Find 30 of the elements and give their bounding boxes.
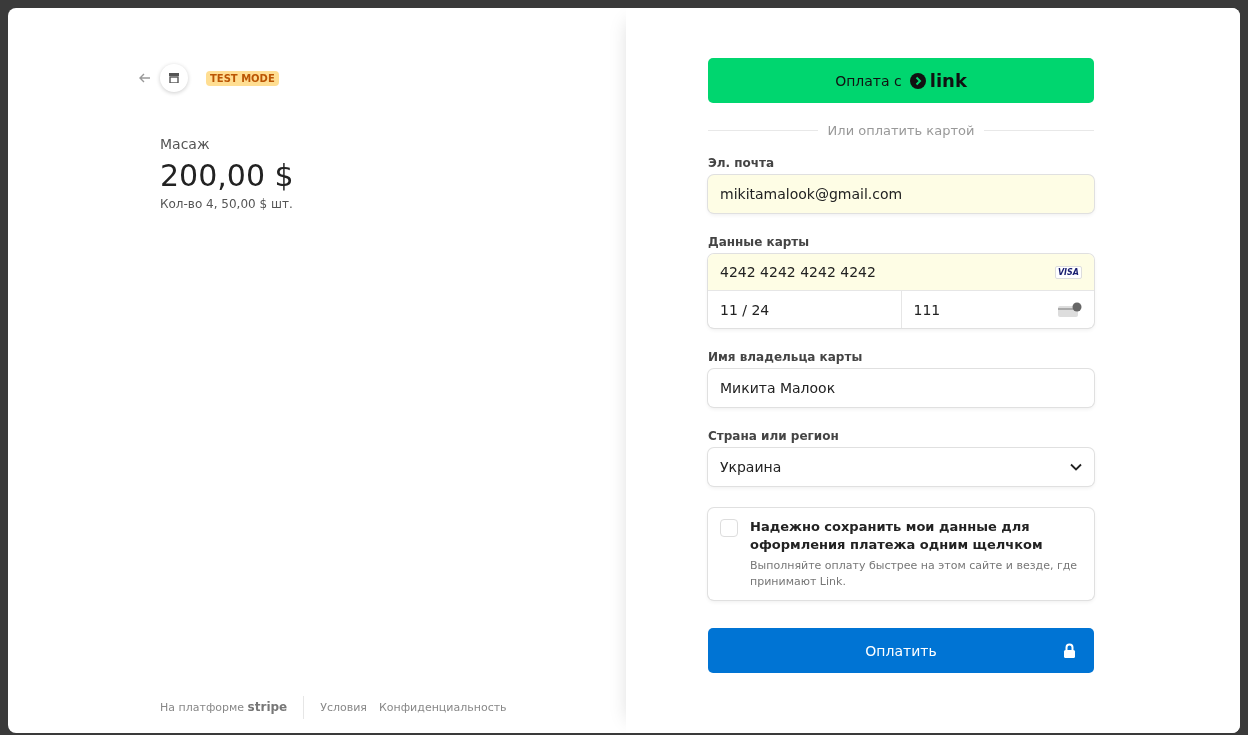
card-number-field[interactable]: 4242 4242 4242 4242 VISA <box>708 254 1094 291</box>
lock-icon <box>1063 643 1076 658</box>
field-label: Имя владельца карты <box>708 350 864 364</box>
save-info-checkbox[interactable] <box>720 519 738 537</box>
product-name: Масаж <box>160 136 211 152</box>
field-label: Данные карты <box>708 235 811 249</box>
cvc-field[interactable]: 111 <box>901 291 1094 328</box>
divider-text: Или оплатить картой <box>827 123 975 138</box>
pay-with-link-button[interactable]: Оплата с link <box>708 58 1094 103</box>
card-brand-logo: VISA <box>1054 265 1082 279</box>
pay-button[interactable]: Оплатить <box>708 628 1094 673</box>
back-arrow-icon[interactable] <box>138 71 152 85</box>
footer-link[interactable]: Конфиденциальность <box>379 701 507 714</box>
powered-by-text: На платформе stripe <box>160 696 305 719</box>
field-label: Эл. почта <box>708 156 776 170</box>
field-label: Страна или регион <box>708 429 840 443</box>
expiry-field[interactable]: 11 / 24 <box>708 291 902 328</box>
cardholder-name-field[interactable]: Микита Малоок <box>708 369 1094 407</box>
chevron-down-icon <box>1070 463 1082 471</box>
save-info-description: Выполняйте оплату быстрее на этом сайте и везде, где принимают Link. <box>750 558 1079 590</box>
test-mode-badge: TEST MODE <box>206 70 279 86</box>
total-price: 200,00 $ <box>160 158 295 193</box>
email-field[interactable]: mikitamalook@gmail.com <box>708 175 1094 213</box>
quantity-text: Кол-во 4, 50,00 $ шт. <box>160 197 294 211</box>
save-info-title: Надежно сохранить мои данные для оформления платежа одним щелчком <box>750 518 1044 554</box>
country-select[interactable]: Украина <box>708 448 1094 486</box>
chevron-circle-icon <box>909 72 926 89</box>
footer-link[interactable]: Условия <box>320 701 367 714</box>
card-back-icon <box>1058 301 1082 318</box>
store-icon <box>160 64 188 92</box>
